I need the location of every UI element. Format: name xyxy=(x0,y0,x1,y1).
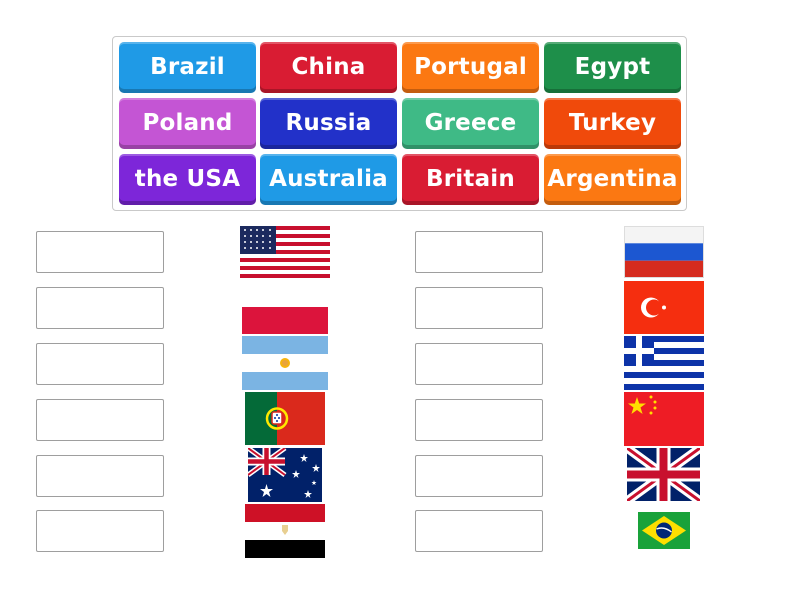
tile-russia[interactable]: Russia xyxy=(260,98,397,149)
poland-flag xyxy=(242,307,328,335)
tile-portugal[interactable]: Portugal xyxy=(402,42,539,93)
russia-flag xyxy=(624,226,704,278)
tile-china[interactable]: China xyxy=(260,42,397,93)
argentina-flag xyxy=(242,336,328,390)
drop-slot-left-3[interactable] xyxy=(36,343,164,385)
drop-slot-right-5[interactable] xyxy=(415,455,543,497)
tile-poland[interactable]: Poland xyxy=(119,98,256,149)
brazil-flag xyxy=(638,512,690,549)
tile-brazil[interactable]: Brazil xyxy=(119,42,256,93)
tile-greece[interactable]: Greece xyxy=(402,98,539,149)
tile-australia[interactable]: Australia xyxy=(260,154,397,205)
drop-slot-right-3[interactable] xyxy=(415,343,543,385)
drop-slot-left-2[interactable] xyxy=(36,287,164,329)
drop-slot-right-4[interactable] xyxy=(415,399,543,441)
greece-flag xyxy=(624,336,704,390)
drop-slot-right-1[interactable] xyxy=(415,231,543,273)
portugal-flag xyxy=(245,392,325,445)
drop-slot-right-2[interactable] xyxy=(415,287,543,329)
australia-flag xyxy=(248,448,322,502)
tile-the-usa[interactable]: the USA xyxy=(119,154,256,205)
egypt-flag xyxy=(245,504,325,558)
tile-egypt[interactable]: Egypt xyxy=(544,42,681,93)
tile-argentina[interactable]: Argentina xyxy=(544,154,681,205)
china-flag xyxy=(624,392,704,446)
drop-slot-left-1[interactable] xyxy=(36,231,164,273)
usa-flag xyxy=(240,226,330,278)
tile-britain[interactable]: Britain xyxy=(402,154,539,205)
britain-flag xyxy=(627,448,700,501)
tile-turkey[interactable]: Turkey xyxy=(544,98,681,149)
drop-slot-right-6[interactable] xyxy=(415,510,543,552)
drop-slot-left-5[interactable] xyxy=(36,455,164,497)
drop-slot-left-4[interactable] xyxy=(36,399,164,441)
turkey-flag xyxy=(624,281,704,334)
drop-slot-left-6[interactable] xyxy=(36,510,164,552)
